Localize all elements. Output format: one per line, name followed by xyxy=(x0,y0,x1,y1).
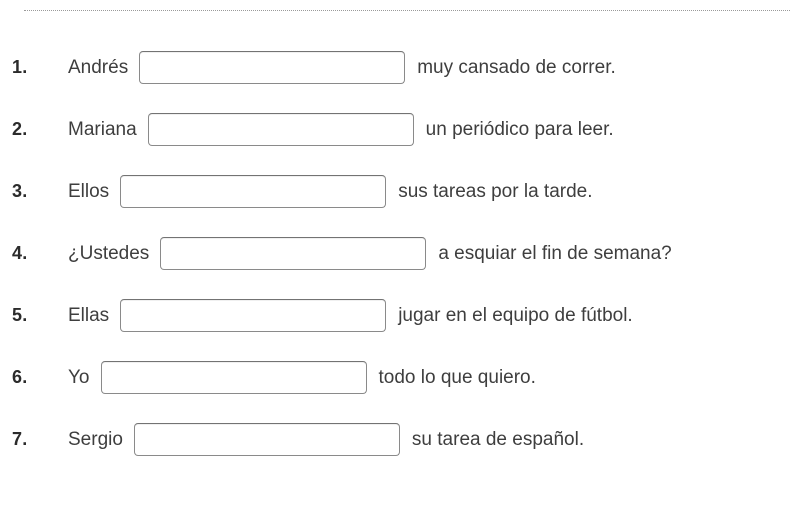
worksheet-page: 1. Andrés muy cansado de correr. 2. Mari… xyxy=(0,0,800,517)
blank-input-1[interactable] xyxy=(139,50,406,84)
sentence-suffix-text: todo lo que quiero. xyxy=(378,366,536,388)
exercise-row: 7. Sergio su tarea de español. xyxy=(0,408,800,470)
exercise-number: 2. xyxy=(12,118,28,139)
exercise-number: 6. xyxy=(12,366,28,387)
sentence-prefix-text: Sergio xyxy=(68,428,123,450)
sentence-suffix-text: un periódico para leer. xyxy=(425,118,614,140)
blank-input-2[interactable] xyxy=(147,112,414,146)
sentence-suffix-text: jugar en el equipo de fútbol. xyxy=(398,304,633,326)
exercise-number: 5. xyxy=(12,304,28,325)
exercise-row: 6. Yo todo lo que quiero. xyxy=(0,346,800,408)
sentence-prefix-text: Mariana xyxy=(68,118,137,140)
sentence-prefix-text: Yo xyxy=(68,366,90,388)
exercise-row: 3. Ellos sus tareas por la tarde. xyxy=(0,160,800,222)
blank-input-3[interactable] xyxy=(120,174,387,208)
exercise-number: 1. xyxy=(12,56,28,77)
exercise-number: 7. xyxy=(12,428,28,449)
blank-input-7[interactable] xyxy=(133,422,400,456)
sentence-suffix-text: sus tareas por la tarde. xyxy=(398,180,593,202)
exercise-row: 1. Andrés muy cansado de correr. xyxy=(0,36,800,98)
sentence-prefix-text: Ellos xyxy=(68,180,110,202)
sentence-suffix-text: su tarea de español. xyxy=(411,428,585,450)
sentence-prefix-text: Andrés xyxy=(68,56,129,78)
exercise-row: 4. ¿Ustedes a esquiar el fin de semana? xyxy=(0,222,800,284)
sentence-suffix-text: a esquiar el fin de semana? xyxy=(438,242,672,264)
dotted-divider xyxy=(24,10,790,11)
exercise-row: 2. Mariana un periódico para leer. xyxy=(0,98,800,160)
sentence-suffix-text: muy cansado de correr. xyxy=(417,56,616,78)
exercise-number: 4. xyxy=(12,242,28,263)
exercise-row: 5. Ellas jugar en el equipo de fútbol. xyxy=(0,284,800,346)
sentence-prefix-text: ¿Ustedes xyxy=(68,242,150,264)
sentence-prefix-text: Ellas xyxy=(68,304,110,326)
exercise-list: 1. Andrés muy cansado de correr. 2. Mari… xyxy=(0,36,800,470)
blank-input-4[interactable] xyxy=(160,236,427,270)
blank-input-6[interactable] xyxy=(100,360,367,394)
blank-input-5[interactable] xyxy=(120,298,387,332)
exercise-number: 3. xyxy=(12,180,28,201)
